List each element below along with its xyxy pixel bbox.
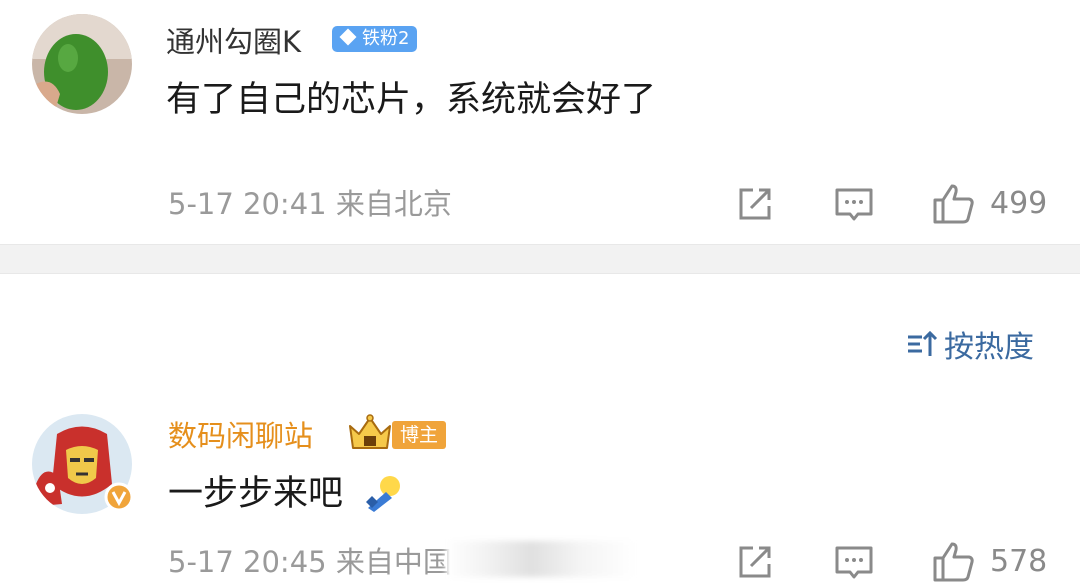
like-count: 499 xyxy=(990,186,1048,221)
avatar[interactable] xyxy=(32,14,132,114)
thumbs-up-icon[interactable] xyxy=(932,540,976,584)
thumbs-up-icon[interactable] xyxy=(932,182,976,226)
crown-icon xyxy=(349,414,391,449)
comment-meta: 5-17 20:41 来自北京 xyxy=(168,187,452,221)
section-divider xyxy=(0,244,1080,274)
blogger-badge[interactable]: 博主 xyxy=(392,421,447,449)
comment-icon[interactable] xyxy=(834,184,874,224)
like-count: 578 xyxy=(990,544,1048,579)
share-icon[interactable] xyxy=(735,184,775,224)
diamond-icon xyxy=(339,28,357,46)
username[interactable]: 通州勾圈K xyxy=(166,22,301,62)
emoji-icon xyxy=(366,476,400,512)
fan-level-badge[interactable]: 铁粉2 xyxy=(332,26,418,52)
share-icon[interactable] xyxy=(735,542,775,582)
redacted-location xyxy=(446,541,636,577)
comment-text: 有了自己的芯片，系统就会好了 xyxy=(166,80,657,120)
verified-v-icon xyxy=(104,482,134,512)
comment-card-2 xyxy=(0,274,1080,586)
comment-text: 一步步来吧 xyxy=(168,474,344,514)
comment-card-1: 通州勾圈K 铁粉2 有了自己的芯片，系统就会好了 5-17 20:41 来自北京… xyxy=(0,0,1080,244)
comment-meta: 5-17 20:45 来自中国 xyxy=(168,545,452,579)
avatar-image xyxy=(32,14,132,114)
username[interactable]: 数码闲聊站 xyxy=(168,416,313,456)
comment-icon[interactable] xyxy=(834,542,874,582)
